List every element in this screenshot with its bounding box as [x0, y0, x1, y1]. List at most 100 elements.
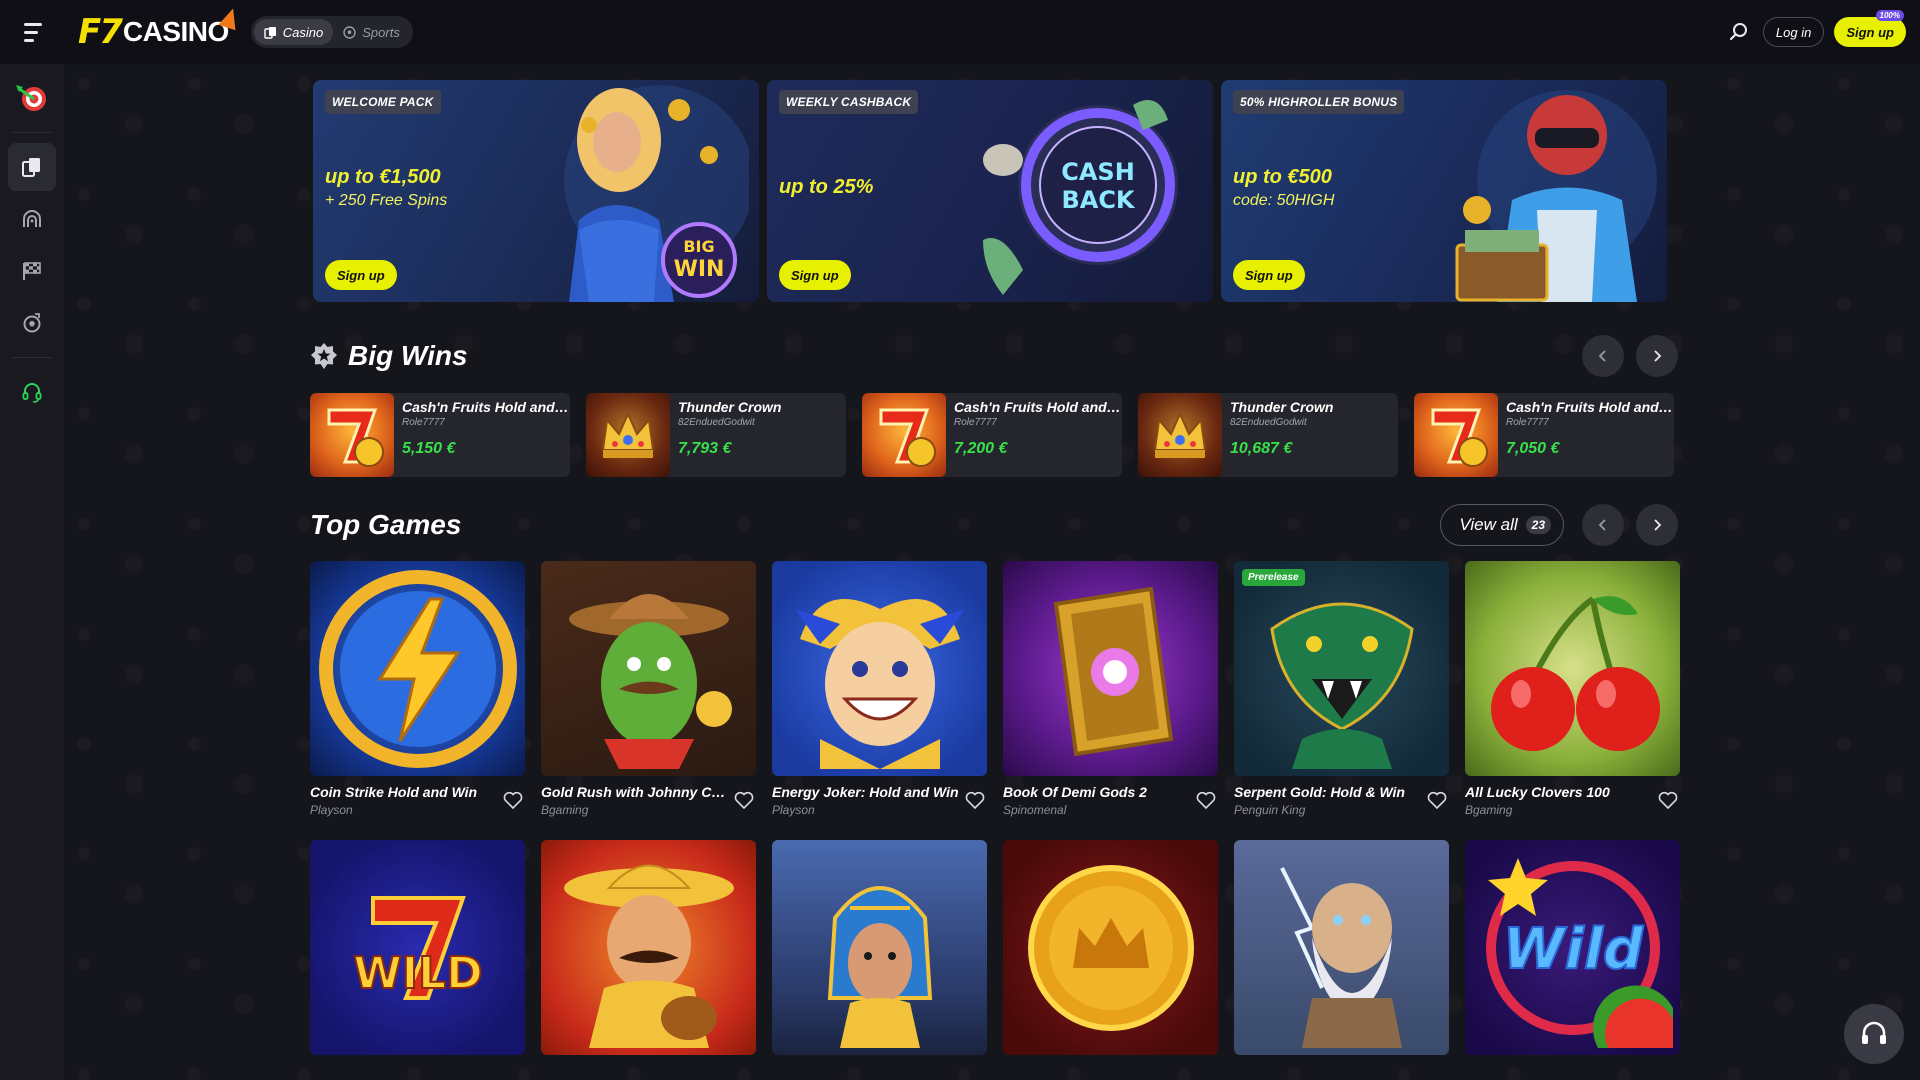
game-thumbnail[interactable]: Prerelease [1234, 561, 1449, 776]
heart-icon [965, 791, 985, 809]
view-all-button[interactable]: View all 23 [1440, 504, 1564, 546]
game-thumbnail[interactable] [541, 561, 756, 776]
promo-banner-cashback[interactable]: WEEKLY CASHBACK up to 25% Sign up CASH B… [767, 80, 1213, 302]
soccer-ball-icon [343, 25, 356, 39]
seven-slot-thumbnail [310, 393, 394, 477]
sidebar-item-promo[interactable] [8, 74, 56, 122]
favorite-button[interactable] [1656, 788, 1680, 812]
tab-casino-label: Casino [282, 24, 324, 40]
game-thumbnail[interactable]: WILD [310, 840, 525, 1055]
support-headset-icon [22, 383, 42, 403]
big-win-card[interactable]: Thunder Crown 82EnduedGodwit 10,687 € [1138, 393, 1398, 477]
game-name: Energy Joker: Hold and Win [772, 784, 959, 800]
sidebar-item-support[interactable] [8, 368, 56, 416]
promo-art-big: BIG [683, 237, 714, 256]
promo-title: up to €1,500 [325, 166, 441, 188]
favorite-button[interactable] [963, 788, 987, 812]
big-win-card[interactable]: Cash'n Fruits Hold and ... Role7777 5,15… [310, 393, 570, 477]
top-games-next-button[interactable] [1636, 504, 1678, 546]
big-wins-prev-button[interactable] [1582, 335, 1624, 377]
tab-casino[interactable]: Casino [253, 19, 334, 45]
signup-button[interactable]: Sign up 100% [1834, 10, 1906, 47]
game-thumbnail[interactable] [1003, 840, 1218, 1055]
favorite-button[interactable] [1425, 788, 1449, 812]
sidebar-item-casino[interactable] [8, 143, 56, 191]
heart-icon [734, 791, 754, 809]
logo[interactable]: F7 CASINO [78, 0, 242, 64]
promo-banner-highroller[interactable]: 50% HIGHROLLER BONUS up to €500 code: 50… [1221, 80, 1667, 302]
game-card[interactable]: Wild [1465, 840, 1680, 1055]
game-card[interactable] [541, 840, 756, 1055]
promo-banners: WELCOME PACK up to €1,500 + 250 Free Spi… [313, 80, 1676, 302]
wild-label: Wild [1502, 917, 1643, 982]
game-name: Serpent Gold: Hold & Win [1234, 784, 1405, 800]
game-thumbnail[interactable] [772, 840, 987, 1055]
big-win-amount: 10,687 € [1230, 440, 1293, 457]
game-provider: Penguin King [1234, 803, 1306, 817]
favorite-button[interactable] [732, 788, 756, 812]
big-win-user: Role7777 [954, 417, 997, 428]
promo-signup-button[interactable]: Sign up [1233, 260, 1305, 290]
prerelease-badge: Prerelease [1242, 569, 1305, 586]
big-wins-next-button[interactable] [1636, 335, 1678, 377]
sidebar-divider [12, 132, 52, 133]
game-thumbnail[interactable] [541, 840, 756, 1055]
heart-icon [1427, 791, 1447, 809]
game-card[interactable]: WILD [310, 840, 525, 1055]
login-button[interactable]: Log in [1762, 17, 1825, 47]
search-button[interactable] [1725, 18, 1753, 46]
top-bar: F7 CASINO Casino Sports Log in Sign up 1… [0, 0, 1920, 64]
game-card[interactable] [1234, 840, 1449, 1055]
seven-slot-thumbnail [862, 393, 946, 477]
big-win-amount: 7,793 € [678, 440, 732, 457]
top-games-grid: Coin Strike Hold and Win Playson Gold Ru… [310, 561, 1680, 1055]
menu-toggle-button[interactable] [0, 0, 64, 64]
game-card[interactable]: Gold Rush with Johnny Cash Bgaming [541, 561, 756, 824]
promo-banner-welcome[interactable]: WELCOME PACK up to €1,500 + 250 Free Spi… [313, 80, 759, 302]
sidebar-item-racing[interactable] [8, 247, 56, 295]
headset-icon [1862, 1021, 1886, 1044]
support-chat-button[interactable] [1844, 1004, 1904, 1064]
cards-icon [264, 26, 277, 39]
game-card[interactable]: Prerelease Serpent Gold: Hold & Win Peng… [1234, 561, 1449, 824]
promo-signup-button[interactable]: Sign up [325, 260, 397, 290]
big-win-game: Cash'n Fruits Hold and ... [1506, 399, 1674, 415]
star-badge-icon [311, 343, 337, 369]
game-card[interactable]: Energy Joker: Hold and Win Playson [772, 561, 987, 824]
sidebar-divider [12, 357, 52, 358]
big-win-card[interactable]: Cash'n Fruits Hold and ... Role7777 7,05… [1414, 393, 1674, 477]
promo-signup-button[interactable]: Sign up [779, 260, 851, 290]
racing-flag-icon [23, 262, 41, 280]
big-win-user: 82EnduedGodwit [1230, 417, 1307, 428]
big-win-card[interactable]: Thunder Crown 82EnduedGodwit 7,793 € [586, 393, 846, 477]
game-card[interactable]: Book Of Demi Gods 2 Spinomenal [1003, 561, 1218, 824]
game-name: All Lucky Clovers 100 [1465, 784, 1610, 800]
big-win-game: Cash'n Fruits Hold and ... [954, 399, 1122, 415]
game-thumbnail[interactable] [1465, 561, 1680, 776]
big-win-game: Cash'n Fruits Hold and ... [402, 399, 570, 415]
favorite-button[interactable] [1194, 788, 1218, 812]
sidebar-item-live-casino[interactable] [8, 195, 56, 243]
game-card[interactable] [772, 840, 987, 1055]
big-win-card[interactable]: Cash'n Fruits Hold and ... Role7777 7,20… [862, 393, 1122, 477]
promo-tag: WEEKLY CASHBACK [779, 90, 919, 114]
sidebar-item-sports[interactable] [8, 299, 56, 347]
big-wins-header: Big Wins [310, 335, 1678, 377]
promo-tag: WELCOME PACK [325, 90, 441, 114]
game-card[interactable]: Coin Strike Hold and Win Playson [310, 561, 525, 824]
game-thumbnail[interactable] [1003, 561, 1218, 776]
big-wins-title: Big Wins [348, 340, 468, 371]
game-thumbnail[interactable]: Wild [1465, 840, 1680, 1055]
favorite-button[interactable] [501, 788, 525, 812]
game-thumbnail[interactable] [772, 561, 987, 776]
chevron-right-icon [1654, 519, 1662, 531]
game-card[interactable]: All Lucky Clovers 100 Bgaming [1465, 561, 1680, 824]
game-thumbnail[interactable] [310, 561, 525, 776]
cashback-text-cash: CASH [1061, 158, 1135, 186]
heart-icon [1658, 791, 1678, 809]
game-card[interactable] [1003, 840, 1218, 1055]
top-games-prev-button[interactable] [1582, 504, 1624, 546]
game-thumbnail[interactable] [1234, 840, 1449, 1055]
sidebar [0, 64, 64, 1080]
tab-sports[interactable]: Sports [333, 19, 410, 45]
